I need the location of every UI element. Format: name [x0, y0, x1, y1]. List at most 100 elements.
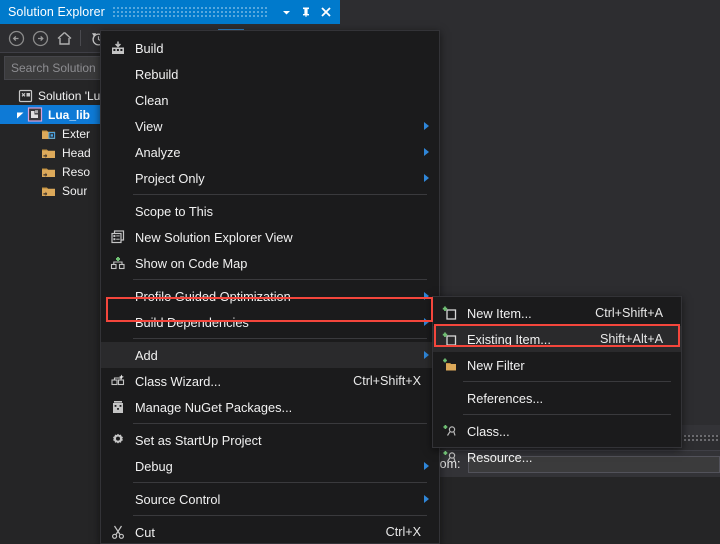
- menu-item-label: Debug: [135, 458, 173, 474]
- menu-item-scope-to-this[interactable]: Scope to This: [101, 198, 439, 224]
- menu-item-show-on-code-map[interactable]: Show on Code Map: [101, 250, 439, 276]
- menu-item-set-as-startup-project[interactable]: Set as StartUp Project: [101, 427, 439, 453]
- menu-item-new-solution-explorer-view[interactable]: New Solution Explorer View: [101, 224, 439, 250]
- toolbar-separator: [80, 30, 81, 46]
- menu-item-shortcut: Ctrl+Shift+X: [353, 374, 421, 388]
- folder-icon: [40, 183, 58, 199]
- folder-ref-icon: [40, 126, 58, 142]
- submenu-arrow-icon: [424, 122, 429, 130]
- submenu-arrow-icon: [424, 174, 429, 182]
- submenu-item-label: New Item...: [467, 305, 532, 321]
- submenu-item-shortcut: Ctrl+Shift+A: [595, 306, 663, 320]
- menu-item-label: Analyze: [135, 144, 181, 160]
- menu-item-label: Build: [135, 40, 164, 56]
- tree-item-label: Head: [62, 145, 91, 160]
- folder-icon: [40, 145, 58, 161]
- application-root: from: Solution Explorer Search Solution …: [0, 0, 720, 544]
- project-context-menu: Build Rebuild Clean View Analyze Project…: [100, 30, 440, 544]
- tree-item-label: Lua_lib: [48, 107, 91, 122]
- back-arrow-icon[interactable]: [4, 27, 28, 49]
- menu-separator: [133, 482, 427, 483]
- submenu-separator: [463, 381, 671, 382]
- resource-icon: [433, 449, 467, 465]
- submenu-arrow-icon: [424, 148, 429, 156]
- menu-item-view[interactable]: View: [101, 113, 439, 139]
- menu-item-label: Show on Code Map: [135, 255, 248, 271]
- menu-item-build-dependencies[interactable]: Build Dependencies: [101, 309, 439, 335]
- menu-item-build[interactable]: Build: [101, 35, 439, 61]
- menu-item-class-wizard[interactable]: Class Wizard... Ctrl+Shift+X: [101, 368, 439, 394]
- menu-separator: [133, 515, 427, 516]
- folder-icon: [40, 164, 58, 180]
- menu-item-debug[interactable]: Debug: [101, 453, 439, 479]
- menu-item-profile-guided-optimization[interactable]: Profile Guided Optimization: [101, 283, 439, 309]
- tree-item-label: Reso: [62, 164, 91, 179]
- tree-item-label: Solution 'Lu: [38, 88, 101, 103]
- submenu-item-references[interactable]: References...: [433, 385, 681, 411]
- menu-item-label: Scope to This: [135, 203, 214, 219]
- menu-item-rebuild[interactable]: Rebuild: [101, 61, 439, 87]
- add-submenu: New Item... Ctrl+Shift+A Existing Item..…: [432, 296, 682, 465]
- submenu-item-label: Class...: [467, 423, 510, 439]
- solution-explorer-titlebar: Solution Explorer: [0, 0, 340, 24]
- submenu-separator: [463, 414, 671, 415]
- menu-item-label: Profile Guided Optimization: [135, 288, 291, 304]
- class-wizard-icon: [101, 373, 135, 389]
- menu-item-manage-nuget-packages[interactable]: Manage NuGet Packages...: [101, 394, 439, 420]
- gear-icon: [101, 432, 135, 448]
- menu-separator: [133, 194, 427, 195]
- menu-item-label: Clean: [135, 92, 169, 108]
- tree-item-label: Sour: [62, 183, 88, 198]
- cut-icon: [101, 524, 135, 540]
- menu-item-label: Add: [135, 347, 158, 363]
- class-icon: [433, 423, 467, 439]
- titlebar-grip[interactable]: [112, 6, 268, 18]
- submenu-item-shortcut: Shift+Alt+A: [599, 332, 663, 346]
- menu-separator: [133, 279, 427, 280]
- build-icon: [101, 40, 135, 56]
- tree-item-label: Exter: [62, 126, 91, 141]
- chevron-expanded-icon[interactable]: [14, 110, 26, 119]
- close-icon[interactable]: [316, 2, 336, 22]
- menu-separator: [133, 338, 427, 339]
- menu-item-project-only[interactable]: Project Only: [101, 165, 439, 191]
- submenu-arrow-icon: [424, 292, 429, 300]
- menu-item-label: Set as StartUp Project: [135, 432, 262, 448]
- submenu-item-class[interactable]: Class...: [433, 418, 681, 444]
- solution-icon: [16, 88, 34, 104]
- project-icon: [26, 107, 44, 123]
- submenu-item-new-item[interactable]: New Item... Ctrl+Shift+A: [433, 300, 681, 326]
- menu-item-analyze[interactable]: Analyze: [101, 139, 439, 165]
- submenu-arrow-icon: [424, 318, 429, 326]
- new-filter-icon: [433, 357, 467, 373]
- search-input[interactable]: Search Solution: [11, 61, 96, 75]
- menu-item-label: New Solution Explorer View: [135, 229, 293, 245]
- menu-item-label: Source Control: [135, 491, 221, 507]
- menu-item-label: Project Only: [135, 170, 205, 186]
- submenu-item-label: Existing Item...: [467, 331, 551, 347]
- submenu-item-new-filter[interactable]: New Filter: [433, 352, 681, 378]
- below-from-area: [420, 477, 720, 544]
- menu-item-source-control[interactable]: Source Control: [101, 486, 439, 512]
- menu-item-label: Class Wizard...: [135, 373, 222, 389]
- submenu-item-resource[interactable]: Resource...: [433, 444, 681, 470]
- submenu-arrow-icon: [424, 495, 429, 503]
- menu-item-cut[interactable]: Cut Ctrl+X: [101, 519, 439, 543]
- submenu-arrow-icon: [424, 351, 429, 359]
- pin-icon[interactable]: [296, 2, 316, 22]
- forward-arrow-icon[interactable]: [28, 27, 52, 49]
- submenu-arrow-icon: [424, 462, 429, 470]
- home-icon[interactable]: [52, 27, 76, 49]
- menu-item-shortcut: Ctrl+X: [385, 525, 421, 539]
- chevron-down-icon[interactable]: [276, 2, 296, 22]
- submenu-item-label: New Filter: [467, 357, 525, 373]
- submenu-item-existing-item[interactable]: Existing Item... Shift+Alt+A: [433, 326, 681, 352]
- menu-item-label: View: [135, 118, 163, 134]
- menu-item-label: Manage NuGet Packages...: [135, 399, 293, 415]
- menu-item-clean[interactable]: Clean: [101, 87, 439, 113]
- menu-item-add[interactable]: Add: [101, 342, 439, 368]
- panel-title: Solution Explorer: [8, 5, 105, 19]
- existing-item-icon: [433, 331, 467, 347]
- menu-item-label: Rebuild: [135, 66, 179, 82]
- right-panel-grip[interactable]: [680, 435, 720, 443]
